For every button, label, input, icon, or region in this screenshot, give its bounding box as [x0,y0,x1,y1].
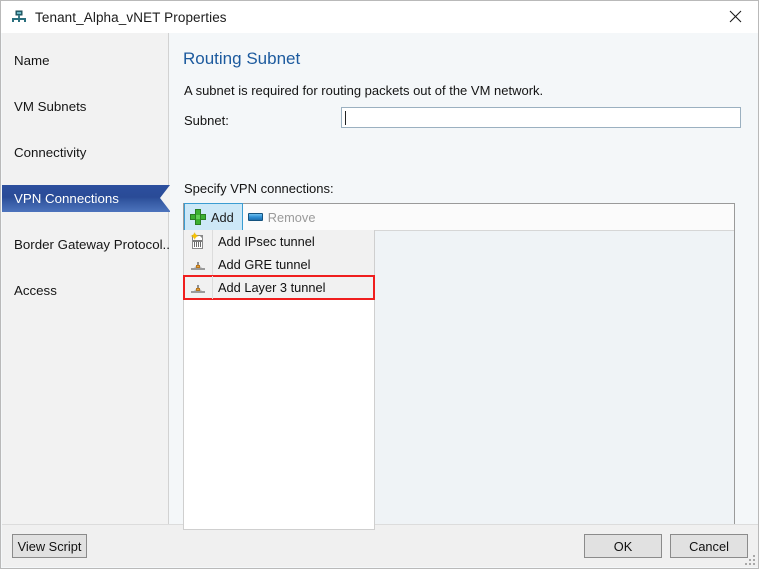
sidebar-item-border-gateway-protocol[interactable]: Border Gateway Protocol... [2,231,174,258]
view-script-button-label: View Script [17,538,82,554]
page-title: Routing Subnet [183,49,301,68]
sidebar-item-vpn-connections[interactable]: VPN Connections [2,185,182,212]
listbox-toolbar: Add Remove [184,203,734,231]
sidebar-item-label: Border Gateway Protocol... [14,237,174,252]
sidebar-item-connectivity[interactable]: Connectivity [2,139,168,166]
ok-button[interactable]: OK [584,534,662,558]
sidebar-item-label: Name [14,53,50,68]
sidebar-item-label: VPN Connections [14,191,119,206]
main-panel: Routing Subnet A subnet is required for … [170,33,758,530]
subnet-input[interactable] [341,107,741,128]
remove-button[interactable]: Remove [243,204,324,230]
menu-item-add-gre-tunnel[interactable]: Add GRE tunnel [184,253,374,276]
sidebar-item-label: VM Subnets [14,99,87,114]
ipsec-tunnel-icon: ✦ [184,231,212,250]
chevron-right-icon [160,185,170,211]
add-dropdown-menu: ✦ Add IPsec tunnel Add GRE tunnel Add La… [183,230,375,530]
gre-tunnel-icon [184,257,212,273]
sidebar-item-vm-subnets[interactable]: VM Subnets [2,93,168,120]
window-title: Tenant_Alpha_vNET Properties [35,9,227,25]
close-icon[interactable] [713,1,758,32]
sidebar-item-label: Connectivity [14,145,87,160]
sidebar-item-access[interactable]: Access [2,277,168,304]
title-bar: Tenant_Alpha_vNET Properties [1,1,758,33]
page-description: A subnet is required for routing packets… [184,83,544,98]
menu-item-label: Add GRE tunnel [218,257,311,272]
plus-icon [190,209,206,225]
layer3-tunnel-icon [184,280,212,296]
resize-grip[interactable] [743,553,755,565]
sidebar-item-name[interactable]: Name [2,47,168,74]
remove-button-label: Remove [267,209,316,225]
menu-item-label: Add IPsec tunnel [218,234,315,249]
specify-vpn-connections-label: Specify VPN connections: [184,181,334,196]
minus-dash-icon [247,213,263,221]
add-button[interactable]: Add [184,203,243,231]
menu-icon-divider [212,253,213,276]
view-script-button[interactable]: View Script [12,534,87,558]
menu-empty-area [184,299,374,529]
menu-item-add-ipsec-tunnel[interactable]: ✦ Add IPsec tunnel [184,230,374,253]
properties-dialog: Tenant_Alpha_vNET Properties Name VM Sub… [0,0,759,569]
menu-item-label: Add Layer 3 tunnel [218,280,326,295]
sidebar-nav: Name VM Subnets Connectivity VPN Connect… [2,33,182,526]
ok-button-label: OK [613,538,633,554]
subnet-label: Subnet: [184,113,229,128]
network-subnet-icon [11,9,27,25]
sidebar-item-label: Access [14,283,57,298]
menu-icon-divider [212,276,213,299]
menu-item-add-layer-3-tunnel[interactable]: Add Layer 3 tunnel [183,275,375,300]
text-caret [345,111,346,125]
cancel-button-label: Cancel [689,538,729,554]
menu-icon-divider [212,230,213,253]
cancel-button[interactable]: Cancel [670,534,748,558]
add-button-label: Add [211,209,234,225]
dialog-footer: View Script OK Cancel [2,524,758,567]
